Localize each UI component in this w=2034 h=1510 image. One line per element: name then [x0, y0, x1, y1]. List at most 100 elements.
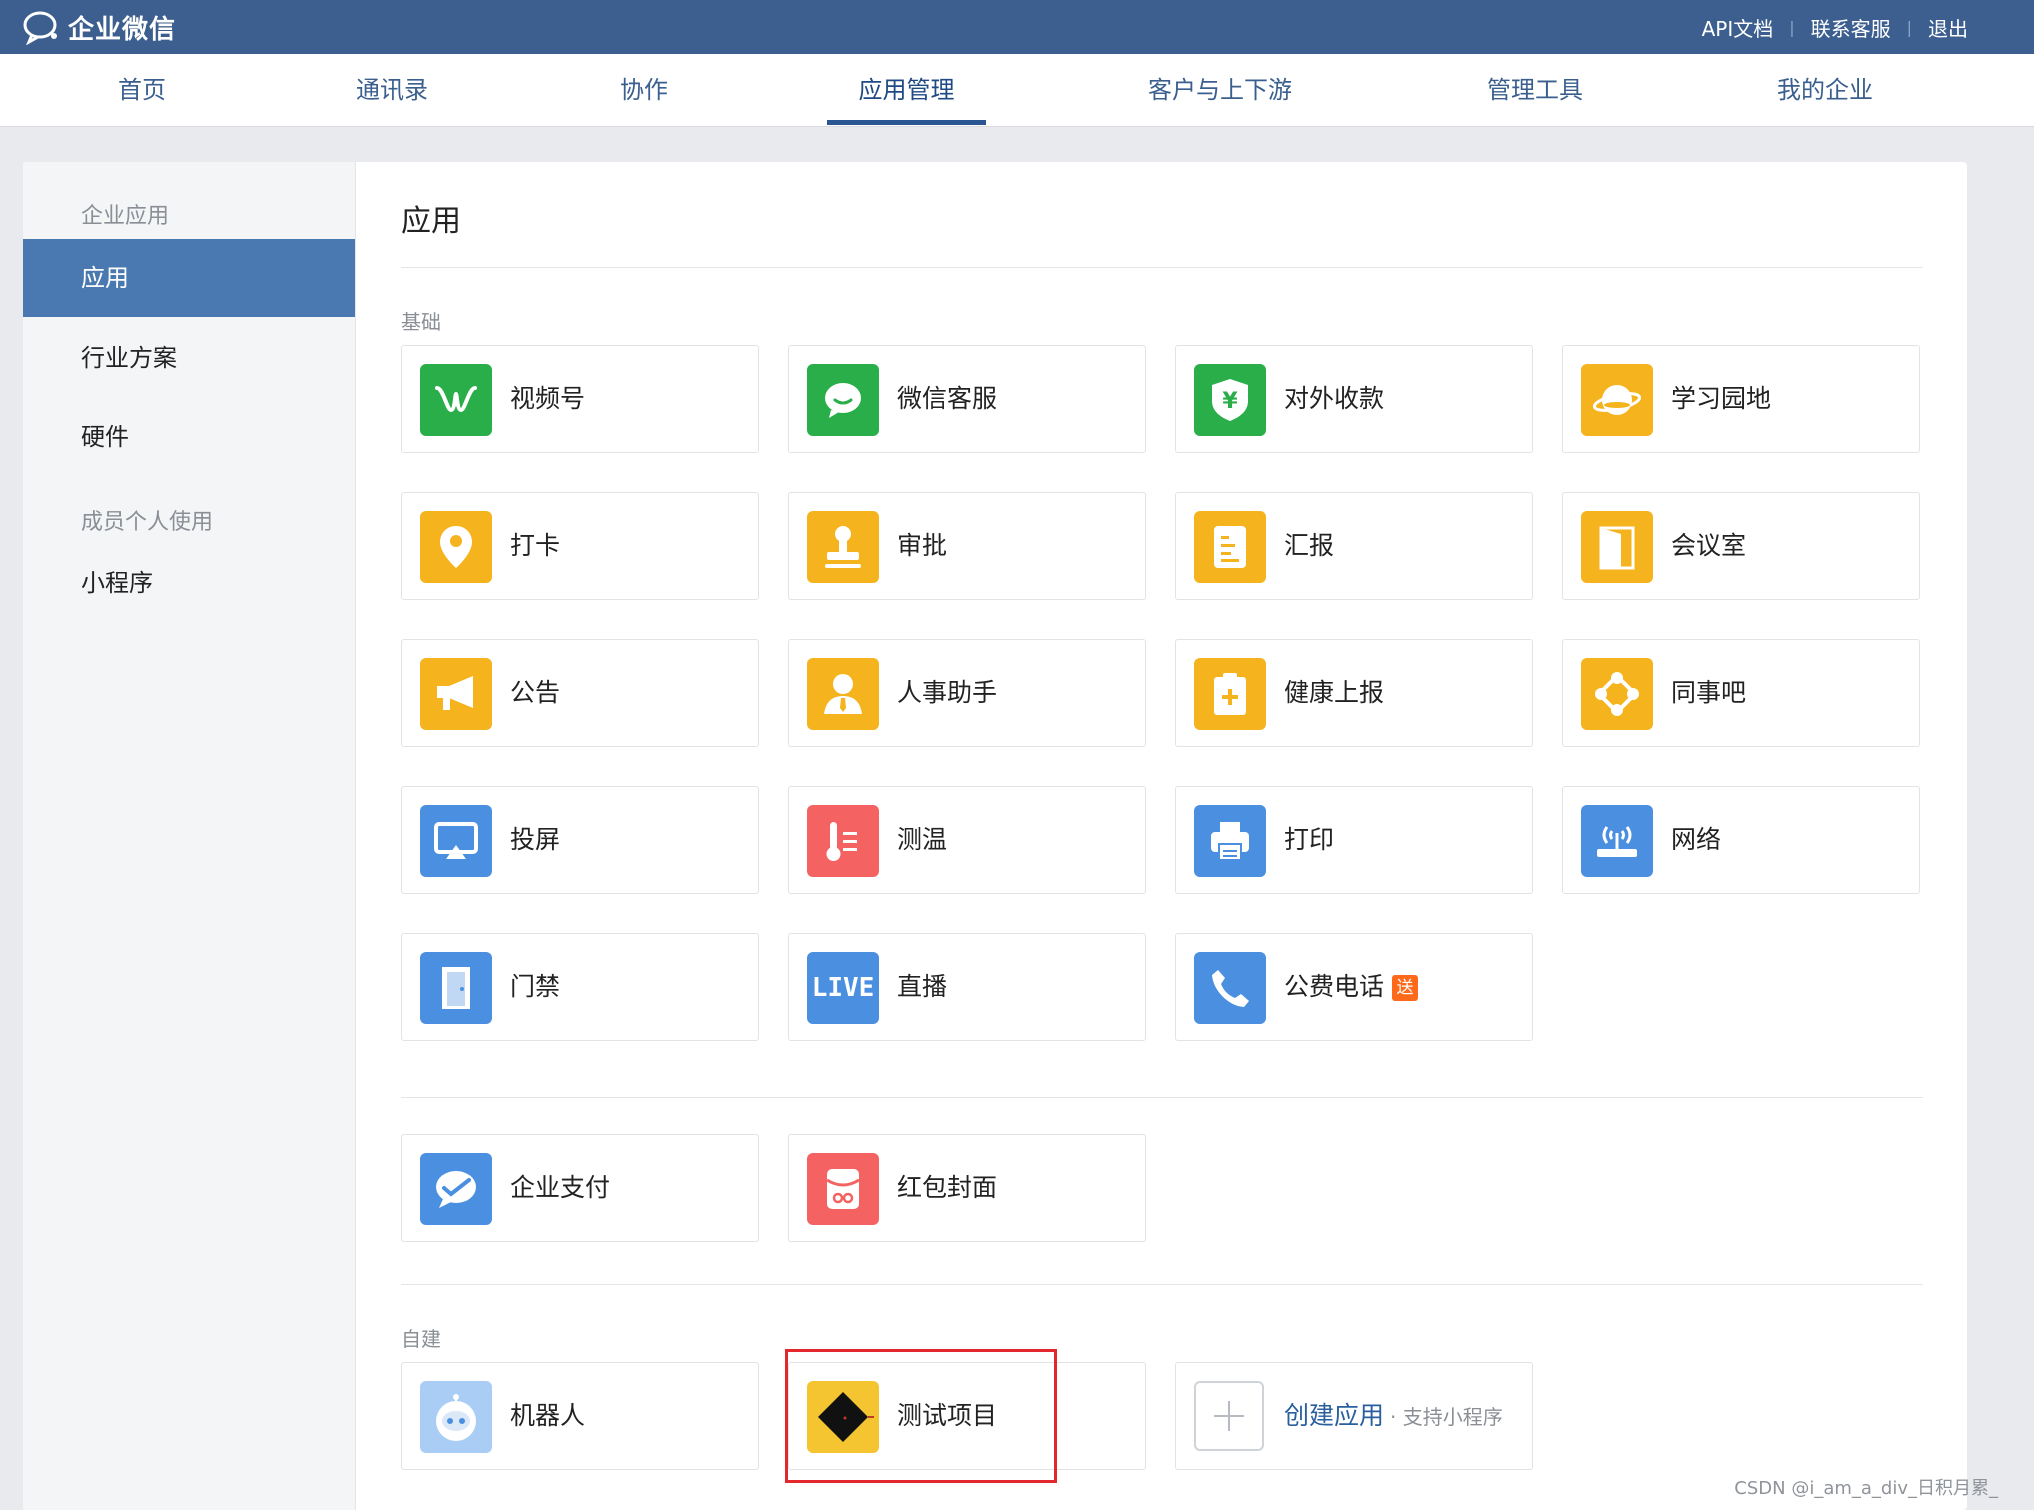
planet-icon	[1581, 364, 1653, 436]
section-custom-label: 自建	[401, 1327, 441, 1351]
live-icon: LIVE	[807, 952, 879, 1024]
free-badge: 送	[1392, 975, 1419, 1001]
door-icon	[1581, 511, 1653, 583]
watermark: CSDN @i_am_a_div_日积月累_	[1734, 1478, 1998, 1499]
main-nav: 首页 通讯录 协作 应用管理 客户与上下游 管理工具 我的企业	[0, 54, 2034, 127]
app-tile-health-report[interactable]: 健康上报	[1175, 639, 1533, 747]
red-packet-icon	[807, 1153, 879, 1225]
app-label: 红包封面	[897, 1173, 998, 1202]
brand-name: 企业微信	[68, 14, 177, 45]
document-icon	[1194, 511, 1266, 583]
highlight-box	[785, 1349, 1057, 1483]
sidebar-item-mini-program[interactable]: 小程序	[23, 544, 355, 622]
content-card: 企业应用 应用 行业方案 硬件 成员个人使用 小程序 应用 基础 视频号 微信客…	[23, 162, 1967, 1510]
page-title: 应用	[401, 204, 461, 239]
app-label: 企业支付	[510, 1173, 611, 1202]
location-pin-icon	[420, 511, 492, 583]
sidebar-group-enterprise: 企业应用	[81, 204, 170, 229]
app-label: 会议室	[1671, 531, 1747, 560]
sidebar-item-hardware[interactable]: 硬件	[23, 398, 355, 476]
nav-app-management[interactable]: 应用管理	[827, 54, 986, 126]
nav-active-indicator	[827, 120, 986, 125]
app-label-text: 公费电话	[1284, 972, 1385, 1001]
nav-my-company[interactable]: 我的企业	[1760, 54, 1890, 126]
app-tile-network[interactable]: 网络	[1562, 786, 1920, 894]
app-label: 健康上报	[1284, 678, 1385, 707]
divider	[401, 1284, 1923, 1285]
app-tile-red-packet-cover[interactable]: 红包封面	[788, 1134, 1146, 1242]
app-tile-meeting-room[interactable]: 会议室	[1562, 492, 1920, 600]
top-links: API文档 | 联系客服 | 退出	[1702, 0, 1968, 54]
separator: |	[1906, 17, 1912, 37]
app-label: 打印	[1284, 825, 1335, 854]
app-tile-payments[interactable]: ¥ 对外收款	[1175, 345, 1533, 453]
stamp-icon	[807, 511, 879, 583]
app-tile-approval[interactable]: 审批	[788, 492, 1146, 600]
app-tile-learning[interactable]: 学习园地	[1562, 345, 1920, 453]
app-label: 学习园地	[1671, 384, 1772, 413]
app-tile-wechat-service[interactable]: 微信客服	[788, 345, 1146, 453]
app-tile-screen-cast[interactable]: 投屏	[401, 786, 759, 894]
app-tile-door-access[interactable]: 门禁	[401, 933, 759, 1041]
router-icon	[1581, 805, 1653, 877]
nav-contacts[interactable]: 通讯录	[340, 54, 444, 126]
wechat-pay-icon	[420, 1153, 492, 1225]
app-tile-live[interactable]: LIVE 直播	[788, 933, 1146, 1041]
app-label: 汇报	[1284, 531, 1335, 560]
logout-link[interactable]: 退出	[1928, 13, 1968, 42]
sidebar-group-personal: 成员个人使用	[81, 510, 214, 535]
app-tile-robot[interactable]: 机器人	[401, 1362, 759, 1470]
sidebar-item-industry[interactable]: 行业方案	[23, 319, 355, 397]
yuan-shield-icon: ¥	[1194, 364, 1266, 436]
app-tile-temperature[interactable]: 测温	[788, 786, 1146, 894]
sidebar: 企业应用 应用 行业方案 硬件 成员个人使用 小程序	[23, 162, 356, 1510]
megaphone-icon	[420, 658, 492, 730]
app-tile-hr-assistant[interactable]: 人事助手	[788, 639, 1146, 747]
app-label: 门禁	[510, 972, 561, 1001]
app-tile-announcement[interactable]: 公告	[401, 639, 759, 747]
app-label: 审批	[897, 531, 948, 560]
brand-logo[interactable]: 企业微信	[22, 6, 176, 48]
app-label: 测温	[897, 825, 948, 854]
app-label: 公告	[510, 678, 561, 707]
app-label: 对外收款	[1284, 384, 1385, 413]
section-basic-label: 基础	[401, 310, 441, 334]
app-tile-report[interactable]: 汇报	[1175, 492, 1533, 600]
api-docs-link[interactable]: API文档	[1702, 13, 1774, 42]
nav-collaboration[interactable]: 协作	[592, 54, 696, 126]
create-app-sub: · 支持小程序	[1390, 1405, 1503, 1429]
door-access-icon	[420, 952, 492, 1024]
nav-home[interactable]: 首页	[90, 54, 194, 126]
app-label: 同事吧	[1671, 678, 1747, 707]
person-icon	[807, 658, 879, 730]
chat-icon	[807, 364, 879, 436]
app-tile-colleagues[interactable]: 同事吧	[1562, 639, 1920, 747]
clipboard-plus-icon	[1194, 658, 1266, 730]
plus-icon	[1194, 1381, 1264, 1451]
app-label: 机器人	[510, 1401, 586, 1430]
create-app-tile[interactable]: 创建应用 · 支持小程序	[1175, 1362, 1533, 1470]
app-tile-checkin[interactable]: 打卡	[401, 492, 759, 600]
app-tile-channels[interactable]: 视频号	[401, 345, 759, 453]
app-label: 微信客服	[897, 384, 998, 413]
divider	[401, 267, 1923, 268]
app-tile-phone[interactable]: 公费电话送	[1175, 933, 1533, 1041]
robot-icon	[420, 1381, 492, 1453]
svg-text:¥: ¥	[1222, 389, 1238, 414]
printer-icon	[1194, 805, 1266, 877]
nav-customers[interactable]: 客户与上下游	[1130, 54, 1310, 126]
app-tile-print[interactable]: 打印	[1175, 786, 1533, 894]
thermometer-icon	[807, 805, 879, 877]
contact-support-link[interactable]: 联系客服	[1811, 13, 1891, 42]
sidebar-item-apps[interactable]: 应用	[23, 239, 355, 317]
divider	[401, 1097, 1923, 1098]
app-tile-enterprise-pay[interactable]: 企业支付	[401, 1134, 759, 1242]
app-label: 公费电话送	[1284, 934, 1419, 1040]
app-label: 直播	[897, 972, 948, 1001]
chat-bubble-icon	[23, 11, 57, 45]
nav-admin-tools[interactable]: 管理工具	[1470, 54, 1600, 126]
network-nodes-icon	[1581, 658, 1653, 730]
app-label: 网络	[1671, 825, 1722, 854]
app-label: 投屏	[510, 825, 561, 854]
app-label: 视频号	[510, 384, 586, 413]
